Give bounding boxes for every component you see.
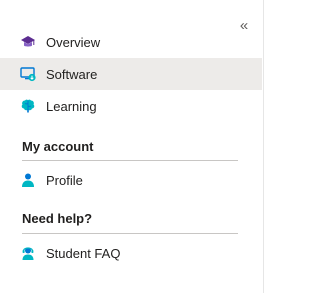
side-navigation-panel: « Overview Software Learning My account … — [0, 0, 264, 293]
nav-item-label: Overview — [46, 34, 101, 50]
my-account-header: My account — [22, 139, 94, 154]
person-icon — [20, 172, 36, 188]
nav-item-label: Student FAQ — [46, 245, 121, 261]
nav-item-profile[interactable]: Profile — [0, 164, 262, 196]
monitor-download-icon — [20, 66, 36, 82]
nav-item-label: Profile — [46, 172, 83, 188]
graduation-cap-icon — [20, 34, 36, 50]
need-help-header: Need help? — [22, 211, 93, 226]
nav-item-software[interactable]: Software — [0, 58, 262, 90]
section-divider — [22, 160, 238, 161]
nav-item-learning[interactable]: Learning — [0, 90, 262, 122]
brain-icon — [20, 98, 36, 114]
support-agent-icon — [20, 245, 36, 261]
nav-item-student-faq[interactable]: Student FAQ — [0, 237, 262, 269]
nav-item-label: Software — [46, 66, 98, 82]
section-divider — [22, 233, 238, 234]
nav-item-overview[interactable]: Overview — [0, 26, 262, 58]
nav-item-label: Learning — [46, 98, 97, 114]
